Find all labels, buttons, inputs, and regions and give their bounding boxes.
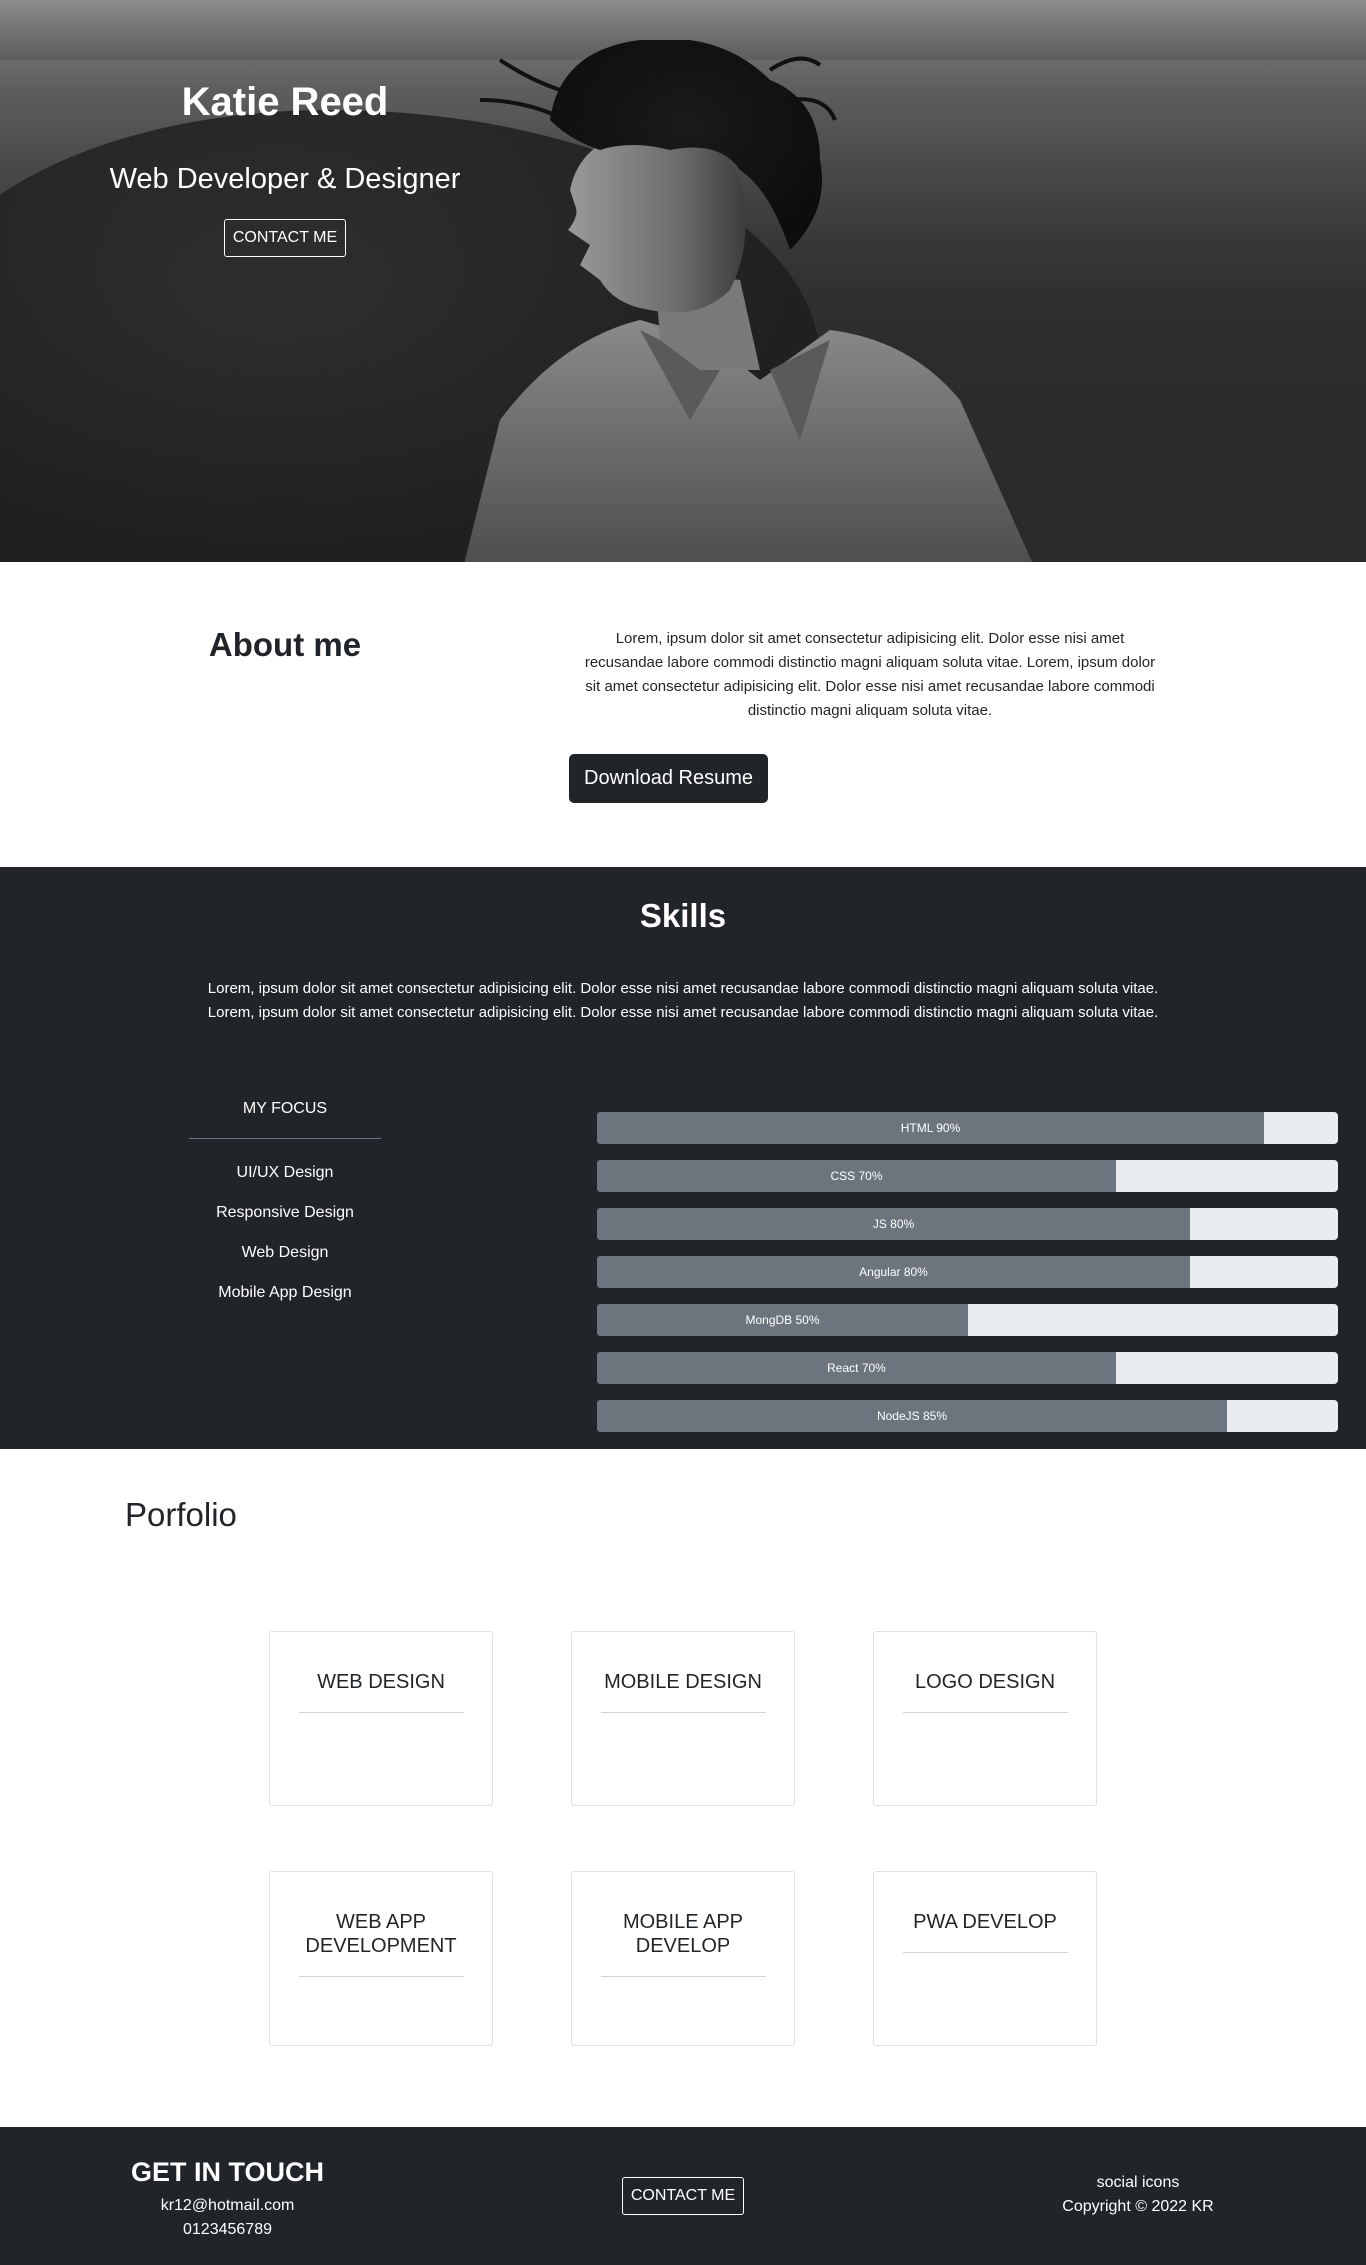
card-title: WEB DESIGN (317, 1671, 445, 1693)
focus-list: UI/UX Design Responsive Design Web Desig… (140, 1153, 430, 1313)
portfolio-card-logo-design[interactable]: LOGO DESIGN (873, 1631, 1097, 1806)
hero-name: Katie Reed (181, 80, 389, 124)
skill-bar: NodeJS 85% (597, 1400, 1338, 1432)
skill-bar: CSS 70% (597, 1160, 1338, 1192)
focus-item: Mobile App Design (218, 1284, 352, 1301)
skill-bar-label: React 70% (827, 1361, 886, 1375)
portfolio-card-web-design[interactable]: WEB DESIGN (269, 1631, 493, 1806)
skills-description: Lorem, ipsum dolor sit amet consectetur … (207, 980, 1159, 1021)
footer-copyright: Copyright © 2022 KR (1062, 2198, 1214, 2215)
portfolio-card-web-app-development[interactable]: WEB APP DEVELOPMENT (269, 1871, 493, 2046)
card-divider (903, 1712, 1068, 1713)
footer-email[interactable]: kr12@hotmail.com (100, 2197, 355, 2215)
skill-bar-label: JS 80% (872, 1217, 915, 1231)
hero-role: Web Developer & Designer (109, 163, 461, 195)
portfolio-card-pwa-develop[interactable]: PWA DEVELOP (873, 1871, 1097, 2046)
skill-bar: Angular 80% (597, 1256, 1338, 1288)
card-title: LOGO DESIGN (914, 1671, 1056, 1693)
card-divider (601, 1976, 766, 1977)
hero-contact-button[interactable]: CONTACT ME (224, 219, 346, 257)
card-title: MOBILE APP DEVELOP (622, 1911, 744, 1957)
footer-phone: 0123456789 (183, 2221, 272, 2238)
portfolio-card-mobile-design[interactable]: MOBILE DESIGN (571, 1631, 795, 1806)
skill-bar-label: CSS 70% (830, 1169, 883, 1183)
focus-title: MY FOCUS (242, 1100, 328, 1117)
skills-title: Skills (639, 897, 727, 934)
focus-item: Responsive Design (216, 1204, 354, 1221)
card-divider (299, 1976, 464, 1977)
card-divider (601, 1712, 766, 1713)
skill-bar-label: Angular 80% (859, 1265, 928, 1279)
card-divider (903, 1952, 1068, 1953)
skill-bar: React 70% (597, 1352, 1338, 1384)
skill-bar-label: NodeJS 85% (876, 1409, 948, 1423)
skill-bar-label: HTML 90% (900, 1121, 961, 1135)
focus-item: Web Design (241, 1244, 329, 1261)
card-divider (299, 1712, 464, 1713)
footer-social-icons: social icons (1096, 2174, 1180, 2191)
portfolio-card-mobile-app-develop[interactable]: MOBILE APP DEVELOP (571, 1871, 795, 2046)
card-title: WEB APP DEVELOPMENT (305, 1911, 457, 1957)
skill-bar: JS 80% (597, 1208, 1338, 1240)
skills-section: Skills Lorem, ipsum dolor sit amet conse… (0, 867, 1366, 1449)
card-title: PWA DEVELOP (913, 1911, 1057, 1933)
footer-title: GET IN TOUCH (130, 2157, 324, 2187)
focus-divider (189, 1138, 381, 1139)
skill-bar: MongDB 50% (597, 1304, 1338, 1336)
hero-section: Katie Reed Web Developer & Designer CONT… (0, 0, 1366, 562)
footer-contact-button[interactable]: CONTACT ME (622, 2177, 744, 2215)
download-resume-button[interactable]: Download Resume (569, 754, 768, 803)
about-text: Lorem, ipsum dolor sit amet consectetur … (584, 630, 1156, 719)
skill-bar-label: MongDB 50% (745, 1313, 820, 1327)
footer: GET IN TOUCH kr12@hotmail.com 0123456789… (0, 2127, 1366, 2265)
skill-bar: HTML 90% (597, 1112, 1338, 1144)
skill-bars: HTML 90% CSS 70% JS 80% Angular 80% MongDB 5… (597, 1112, 1338, 1448)
card-title: MOBILE DESIGN (604, 1671, 762, 1693)
about-title: About me (208, 626, 362, 663)
focus-item: UI/UX Design (236, 1164, 334, 1181)
portfolio-title: Porfolio (125, 1496, 237, 1533)
